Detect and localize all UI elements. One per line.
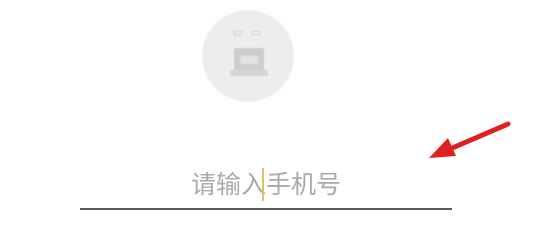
app-logo-icon: ▭ ▭ (202, 10, 294, 102)
logo-mark: ▭ ▭ (232, 26, 264, 39)
phone-number-input[interactable] (80, 160, 452, 210)
logo-base (230, 70, 268, 76)
text-cursor (262, 168, 264, 201)
logo-block (234, 48, 264, 72)
